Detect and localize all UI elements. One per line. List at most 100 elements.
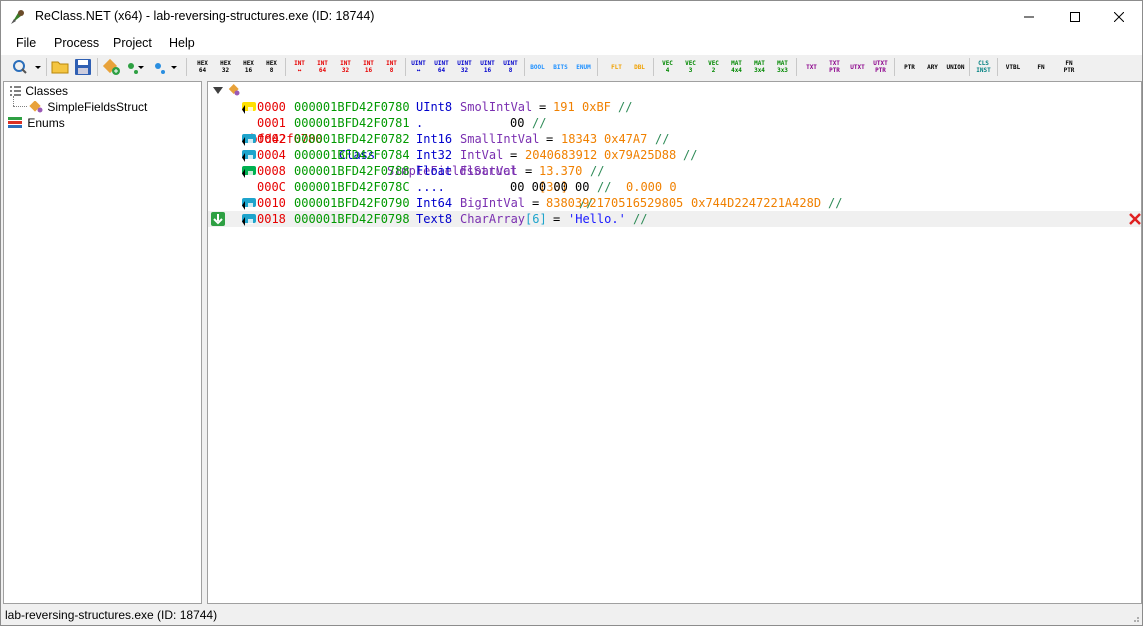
field-hex-bytes[interactable]: 00 [510,115,524,131]
field-offset[interactable]: 0001 [257,115,286,131]
field-name[interactable]: IntVal [460,147,503,163]
field-type[interactable]: Int64 [416,195,452,211]
field-type-icon[interactable] [242,198,256,210]
field-type-icon[interactable] [242,166,256,178]
field-address[interactable]: 000001BFD42F078C [294,179,410,195]
field-comment[interactable]: // [683,147,697,163]
add-vec-4-node-button[interactable]: VEC 4 [656,56,679,78]
field-type[interactable]: Int32 [416,147,452,163]
field-row[interactable]: 0001 000001BFD42F0781. 00 // [208,115,1141,131]
field-equals[interactable]: = [553,211,560,227]
add-mat-3x4-node-button[interactable]: MAT 3x4 [748,56,771,78]
field-value[interactable]: 18343 [561,131,597,147]
field-comment[interactable]: // [655,131,669,147]
add-bytes-dropdown-button[interactable] [126,58,150,76]
add-uint-64-node-button[interactable]: UINT 64 [430,56,453,78]
close-window-button[interactable] [1096,1,1142,32]
add-fn-node-button[interactable]: FN [1027,56,1055,78]
field-comment[interactable]: // [618,99,632,115]
maximize-button[interactable] [1052,1,1098,32]
field-array-length[interactable]: [6] [525,211,547,227]
field-address[interactable]: 000001BFD42F0780 [294,99,410,115]
add-ary-node-button[interactable]: ARY [921,56,944,78]
add-vtbl-node-button[interactable]: VTBL [999,56,1027,78]
field-offset[interactable]: 0000 [257,99,286,115]
add-txt-ptr-node-button[interactable]: TXT PTR [823,56,846,78]
field-offset[interactable]: 0008 [257,163,286,179]
add-utxt-node-button[interactable]: UTXT [846,56,869,78]
field-row[interactable]: 0018 000001BFD42F0798 Text8 CharArray [6] = 'H… [208,211,1141,227]
field-type[interactable]: Float [416,163,452,179]
field-comment[interactable]: // [590,163,604,179]
add-int-node-button[interactable]: INT ↔ [288,56,311,78]
field-offset[interactable]: 000C [257,179,286,195]
add-bits-node-button[interactable]: BITS [549,56,572,78]
field-address[interactable]: 000001BFD42F0784 [294,147,410,163]
add-utxt-ptr-node-button[interactable]: UTXT PTR [869,56,892,78]
field-hex-value[interactable]: 0xBF [582,99,611,115]
field-name[interactable]: SmolIntVal [460,99,532,115]
field-type-icon[interactable] [242,134,256,146]
field-row[interactable]: 0008 000001BFD42F0788 Float FloatVal = 13.370… [208,163,1141,179]
menu-file[interactable]: File [16,36,36,50]
field-hex-bytes[interactable]: 00 00 00 00 [510,179,589,195]
field-type[interactable]: Int16 [416,131,452,147]
field-type-icon[interactable] [242,102,256,114]
add-vec-3-node-button[interactable]: VEC 3 [679,56,702,78]
field-offset[interactable]: 0010 [257,195,286,211]
delete-node-icon[interactable] [1129,213,1141,225]
add-int-8-node-button[interactable]: INT 8 [380,56,403,78]
field-type[interactable]: . [416,115,423,131]
field-equals[interactable]: = [532,195,539,211]
field-equals[interactable]: = [539,99,546,115]
add-hex-16-node-button[interactable]: HEX 16 [237,56,260,78]
add-union-node-button[interactable]: UNION [944,56,967,78]
tree-node-enums[interactable]: Enums [8,116,65,130]
add-enum-node-button[interactable]: ENUM [572,56,595,78]
field-name[interactable]: CharArray [460,211,525,227]
field-offset[interactable]: 0004 [257,147,286,163]
field-address[interactable]: 000001BFD42F0790 [294,195,410,211]
add-hex-64-node-button[interactable]: HEX 64 [191,56,214,78]
field-type[interactable]: .... [416,179,445,195]
add-uint-node-button[interactable]: UINT ↔ [407,56,430,78]
add-flt-node-button[interactable]: FLT [605,56,628,78]
field-offset[interactable]: 0018 [257,211,286,227]
add-txt-node-button[interactable]: TXT [800,56,823,78]
field-name[interactable]: SmallIntVal [460,131,539,147]
field-comment[interactable]: // [633,211,647,227]
add-int-64-node-button[interactable]: INT 64 [311,56,334,78]
add-vec-2-node-button[interactable]: VEC 2 [702,56,725,78]
add-int-16-node-button[interactable]: INT 16 [357,56,380,78]
search-dropdown-button[interactable] [11,58,43,76]
field-address[interactable]: 000001BFD42F0788 [294,163,410,179]
field-row[interactable]: 0004 000001BFD42F0784 Int32 IntVal = 20406839… [208,147,1141,163]
field-row[interactable]: 0010 000001BFD42F0790 Int64 BigIntVal = 83803… [208,195,1141,211]
field-type-icon[interactable] [242,214,256,226]
field-equals[interactable]: = [510,147,517,163]
field-name[interactable]: BigIntVal [460,195,525,211]
tree-node-classes[interactable]: Classes [8,84,68,98]
add-fn-ptr-node-button[interactable]: FN PTR [1055,56,1083,78]
field-hex-value[interactable]: 0x744D2247221A428D [691,195,821,211]
add-int-32-node-button[interactable]: INT 32 [334,56,357,78]
field-equals[interactable]: = [525,163,532,179]
field-address[interactable]: 000001BFD42F0781 [294,115,410,131]
field-float-preview[interactable]: 0.000 0 [626,179,677,195]
field-row[interactable]: 000C 000001BFD42F078C.... 00 00 00 00 // 0.0… [208,179,1141,195]
field-offset[interactable]: 0002 [257,131,286,147]
download-arrow-icon[interactable] [211,212,225,226]
resize-grip-icon[interactable] [1130,613,1140,623]
add-uint-32-node-button[interactable]: UINT 32 [453,56,476,78]
field-value[interactable]: 2040683912 [525,147,597,163]
add-hex-32-node-button[interactable]: HEX 32 [214,56,237,78]
field-type[interactable]: UInt8 [416,99,452,115]
insert-bytes-dropdown-button[interactable] [153,58,179,76]
menu-help[interactable]: Help [169,36,195,50]
field-hex-value[interactable]: 0x79A25D88 [604,147,676,163]
field-comment[interactable]: // [828,195,842,211]
field-address[interactable]: 000001BFD42F0782 [294,131,410,147]
field-value[interactable]: 'Hello.' [568,211,626,227]
field-value[interactable]: 8380392170516529805 [546,195,683,211]
memory-view-pane[interactable]: 1bfd42f0780 Class SimpleFieldsStruct [30… [207,81,1142,604]
